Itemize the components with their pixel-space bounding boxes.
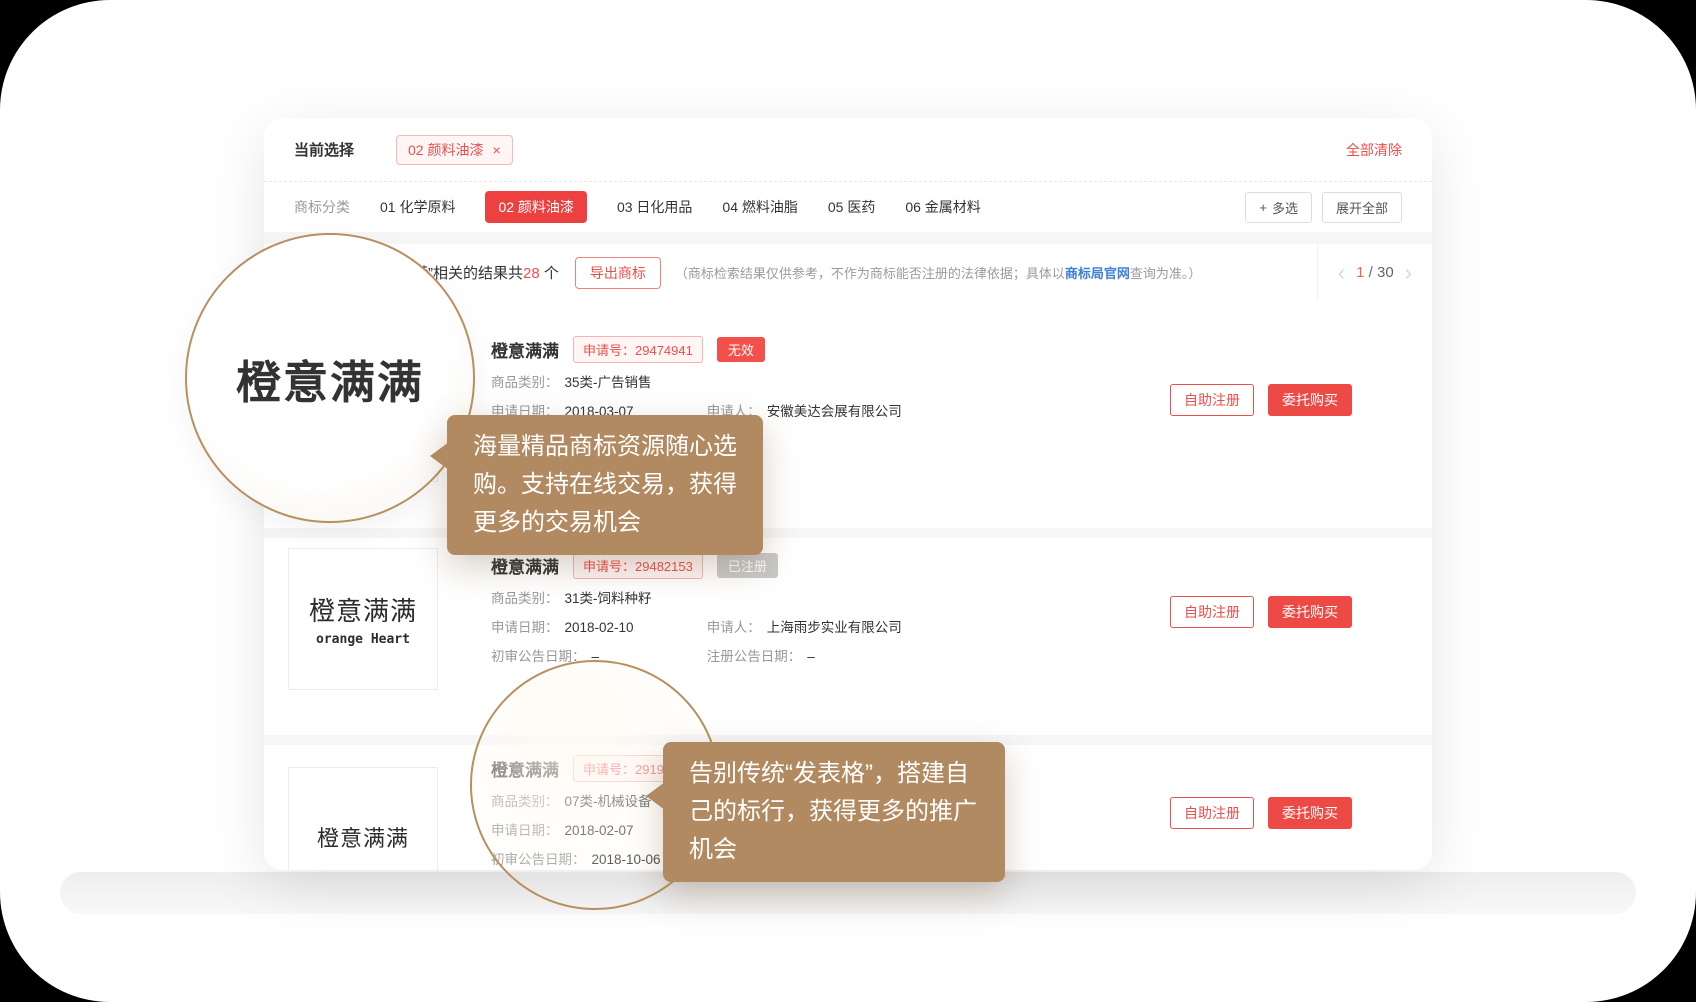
trademark-office-link[interactable]: 商标局官网 xyxy=(1065,266,1130,281)
entrust-purchase-button[interactable]: 委托购买 xyxy=(1268,596,1352,628)
application-number-value: 29482153 xyxy=(635,559,693,574)
field-value: 31类-饲料种籽 xyxy=(565,591,652,606)
tooltip-text: 海量精品商标资源随心选购。支持在线交易，获得更多的交易机会 xyxy=(473,433,737,536)
disclaimer-suffix: 查询为准。） xyxy=(1130,266,1202,281)
category-actions: + 多选 展开全部 xyxy=(1245,192,1402,223)
field-label: 商品类别： xyxy=(491,591,559,606)
application-number-label: 申请号： xyxy=(583,559,635,574)
trademark-name: 橙意满满 xyxy=(491,553,559,578)
category-bar: 商标分类 01 化学原料 02 颜料油漆 03 日化用品 04 燃料油脂 05 … xyxy=(264,182,1432,232)
disclaimer-pre: （商标检索结果仅供参考，不作为商标能否注册的法律依据；具体以 xyxy=(675,266,1065,281)
magnifier-circle-1: 橙意满满 xyxy=(185,233,475,523)
tooltip-arrow-icon xyxy=(646,782,665,810)
current-selection-label: 当前选择 xyxy=(294,139,354,160)
clear-all-button[interactable]: 全部清除 xyxy=(1346,140,1402,160)
entrust-purchase-button[interactable]: 委托购买 xyxy=(1268,384,1352,416)
status-badge: 已注册 xyxy=(717,553,778,578)
category-item-02-active[interactable]: 02 颜料油漆 xyxy=(485,191,586,223)
self-register-button[interactable]: 自助注册 xyxy=(1170,384,1254,416)
trademark-logo-text: 橙意满满 xyxy=(317,821,409,853)
row-actions: 自助注册 委托购买 xyxy=(1170,384,1352,416)
expand-all-button[interactable]: 展开全部 xyxy=(1322,192,1402,223)
multi-select-label: 多选 xyxy=(1272,198,1298,217)
status-badge: 无效 xyxy=(717,337,765,362)
selected-filter-tag-label: 02 颜料油漆 xyxy=(408,140,483,160)
callout-tooltip-1: 海量精品商标资源随心选购。支持在线交易，获得更多的交易机会 xyxy=(447,415,763,555)
trademark-image-2: 橙意满满 orange Heart xyxy=(288,548,438,690)
current-page: 1 xyxy=(1356,264,1364,281)
trademark-logo-text: 橙意满满 xyxy=(309,591,417,628)
application-number-tag: 申请号：29474941 xyxy=(573,336,703,363)
tooltip-text: 告别传统“发表格”，搭建自己的标行，获得更多的推广机会 xyxy=(689,760,977,863)
application-number-label: 申请号： xyxy=(583,343,635,358)
current-selection-bar: 当前选择 02 颜料油漆 × 全部清除 xyxy=(264,118,1432,182)
trademark-image-3: 橙意满满 xyxy=(288,767,438,870)
row-divider xyxy=(264,528,1432,538)
tooltip-arrow-icon xyxy=(430,442,449,470)
section-divider xyxy=(264,232,1432,244)
category-item-05[interactable]: 05 医药 xyxy=(828,197,875,217)
field-label: 申请人： xyxy=(707,620,761,635)
chevron-right-icon[interactable]: › xyxy=(1405,262,1412,284)
field-label: 申请日期： xyxy=(491,620,559,635)
field-label: 商品类别： xyxy=(491,375,559,390)
row-actions: 自助注册 委托购买 xyxy=(1170,797,1352,829)
field-value: 安徽美达会展有限公司 xyxy=(767,404,902,419)
selected-filter-tag[interactable]: 02 颜料油漆 × xyxy=(396,135,513,165)
application-number-value: 29474941 xyxy=(635,343,693,358)
export-trademark-button[interactable]: 导出商标 xyxy=(575,257,661,289)
field-value: – xyxy=(807,649,815,664)
category-bar-label: 商标分类 xyxy=(294,197,350,217)
category-item-04[interactable]: 04 燃料油脂 xyxy=(722,197,797,217)
results-count-number: 28 xyxy=(523,265,540,282)
disclaimer-text: （商标检索结果仅供参考，不作为商标能否注册的法律依据；具体以商标局官网查询为准。… xyxy=(675,263,1202,282)
trademark-logo-subtext: orange Heart xyxy=(316,632,410,647)
row-actions: 自助注册 委托购买 xyxy=(1170,596,1352,628)
self-register-button[interactable]: 自助注册 xyxy=(1170,797,1254,829)
category-item-03[interactable]: 03 日化用品 xyxy=(617,197,692,217)
trademark-result-row-2: 橙意满满 orange Heart 橙意满满 申请号：29482153 已注册 … xyxy=(264,538,1432,735)
plus-icon: + xyxy=(1259,200,1267,215)
close-icon[interactable]: × xyxy=(492,143,500,157)
field-value: 35类-广告销售 xyxy=(565,375,652,390)
entrust-purchase-button[interactable]: 委托购买 xyxy=(1268,797,1352,829)
chevron-left-icon[interactable]: ‹ xyxy=(1338,262,1345,284)
multi-select-button[interactable]: + 多选 xyxy=(1245,192,1312,223)
field-value: 上海雨步实业有限公司 xyxy=(767,620,902,635)
field-label: 注册公告日期： xyxy=(707,649,802,664)
trademark-name: 橙意满满 xyxy=(491,337,559,362)
total-pages: 30 xyxy=(1377,264,1394,281)
pagination: ‹ 1 / 30 › xyxy=(1318,262,1432,284)
category-item-06[interactable]: 06 金属材料 xyxy=(905,197,980,217)
application-number-tag: 申请号：29482153 xyxy=(573,552,703,579)
category-item-01[interactable]: 01 化学原料 xyxy=(380,197,455,217)
page-indicator: 1 / 30 xyxy=(1356,264,1394,281)
self-register-button[interactable]: 自助注册 xyxy=(1170,596,1254,628)
magnified-trademark-text: 橙意满满 xyxy=(236,346,424,411)
field-value: 2018-02-10 xyxy=(565,620,634,635)
results-count-suffix: 个 xyxy=(540,265,559,282)
callout-tooltip-2: 告别传统“发表格”，搭建自己的标行，获得更多的推广机会 xyxy=(663,742,1005,882)
page-divider: / xyxy=(1369,264,1373,281)
